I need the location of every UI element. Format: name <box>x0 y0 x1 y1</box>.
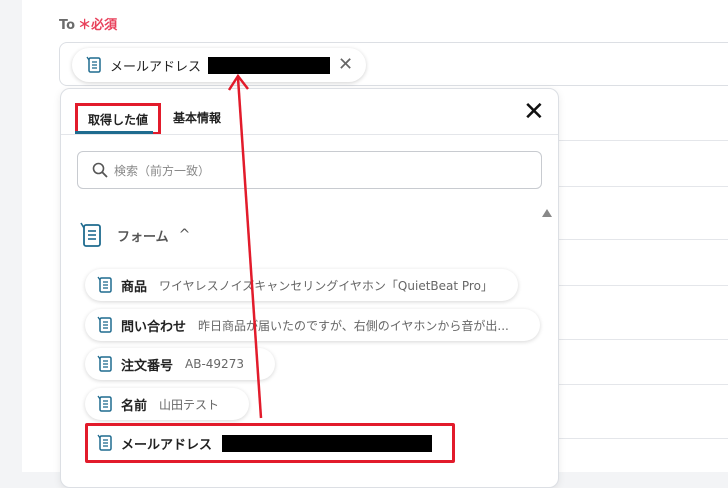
annotation-arrow <box>227 73 263 419</box>
arrow-shaft <box>236 77 263 419</box>
